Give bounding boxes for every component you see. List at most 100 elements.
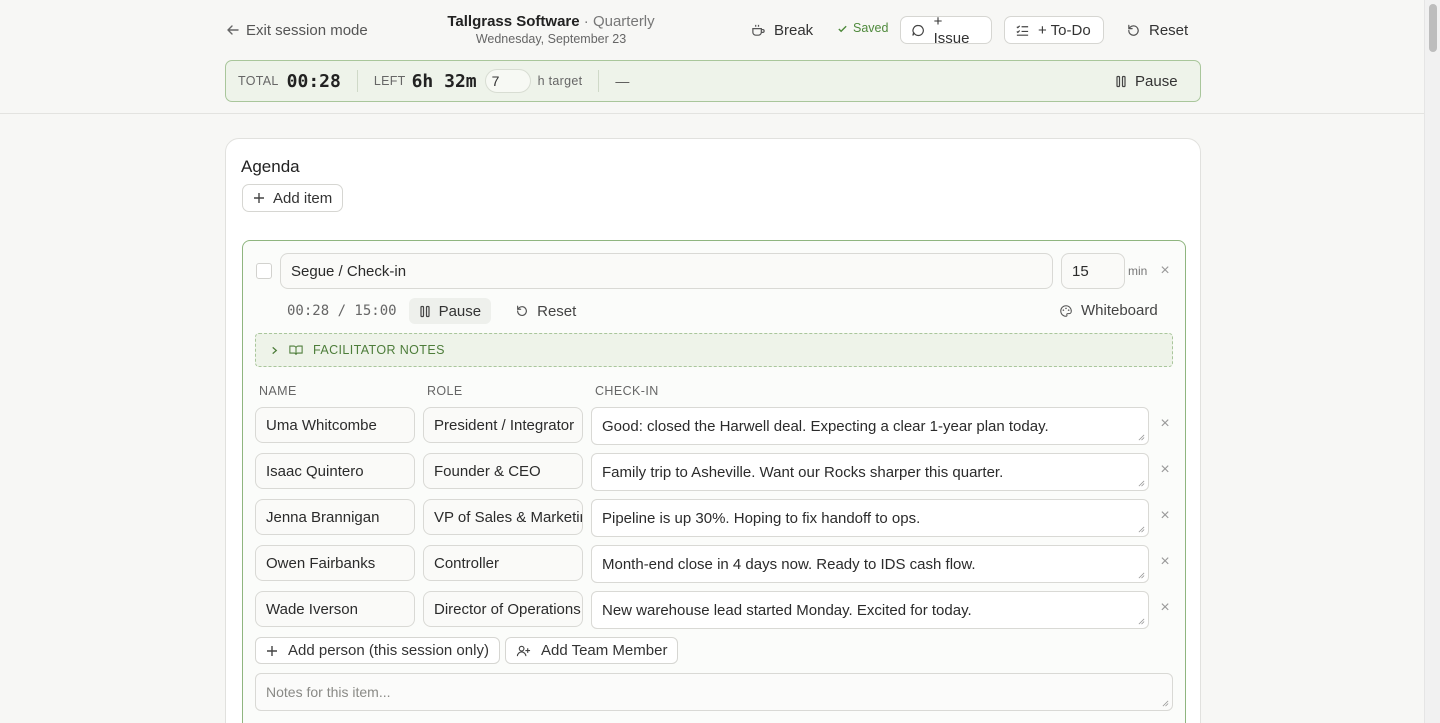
total-label: TOTAL xyxy=(238,74,279,88)
progress-dash: — xyxy=(615,73,630,89)
facilitator-notes-toggle[interactable]: FACILITATOR NOTES xyxy=(255,333,1173,367)
add-item-button[interactable]: Add item xyxy=(242,184,344,212)
checkin-textarea[interactable]: Pipeline is up 30%. Hoping to fix handof… xyxy=(591,499,1149,537)
session-date: Wednesday, September 23 xyxy=(475,32,627,46)
add-team-member-label: Add Team Member xyxy=(541,642,668,659)
column-header-role: ROLE xyxy=(427,384,463,398)
add-item-label: Add item xyxy=(273,189,333,207)
reset-item-button[interactable]: Reset xyxy=(515,303,576,320)
whiteboard-button[interactable]: Whiteboard xyxy=(1059,302,1158,319)
person-role-input[interactable]: VP of Sales & Marketing xyxy=(423,499,583,535)
agenda-item: Segue / Check-in 15 min × 00:28 / 15:00 … xyxy=(242,240,1186,723)
person-name-input[interactable]: Wade Iverson xyxy=(255,591,415,627)
session-type: · Quarterly xyxy=(583,13,655,30)
person-name-input[interactable]: Isaac Quintero xyxy=(255,453,415,489)
checkin-textarea[interactable]: Month-end close in 4 days now. Ready to … xyxy=(591,545,1149,583)
user-plus-icon xyxy=(516,645,531,656)
session-title: Tallgrass Software · Quarterly Wednesday… xyxy=(400,13,702,46)
pause-session-label: Pause xyxy=(1135,72,1178,90)
checkin-text: Good: closed the Harwell deal. Expecting… xyxy=(602,417,1049,435)
divider xyxy=(356,70,358,92)
pause-session-button[interactable]: Pause xyxy=(1115,67,1178,95)
exit-session-button[interactable]: Exit session mode xyxy=(226,20,368,40)
resize-grip-icon[interactable] xyxy=(1138,526,1145,533)
check-icon xyxy=(838,25,847,32)
plus-icon xyxy=(267,645,277,656)
checkin-text: Family trip to Asheville. Want our Rocks… xyxy=(602,463,1004,481)
resize-grip-icon[interactable] xyxy=(1138,434,1145,441)
remove-person-icon[interactable]: × xyxy=(1158,462,1172,478)
item-minutes-input[interactable]: 15 xyxy=(1061,253,1125,289)
checkin-textarea[interactable]: Good: closed the Harwell deal. Expecting… xyxy=(591,407,1149,445)
add-todo-button[interactable]: + To-Do xyxy=(1004,16,1104,44)
item-timer-row: 00:28 / 15:00 Pause Reset xyxy=(287,298,576,324)
target-label: h target xyxy=(537,74,583,88)
person-name-input[interactable]: Jenna Brannigan xyxy=(255,499,415,535)
session-header: Exit session mode Tallgrass Software · Q… xyxy=(0,0,1424,114)
reset-item-label: Reset xyxy=(537,302,577,320)
break-label: Break xyxy=(774,21,814,39)
pause-item-button[interactable]: Pause xyxy=(408,298,492,324)
item-notes-placeholder: Notes for this item... xyxy=(266,684,391,700)
coffee-cup-icon xyxy=(752,24,765,36)
checkin-text: Pipeline is up 30%. Hoping to fix handof… xyxy=(602,509,921,527)
remove-item-icon[interactable]: × xyxy=(1158,263,1172,279)
chevron-right-icon xyxy=(272,346,278,354)
remove-person-icon[interactable]: × xyxy=(1158,600,1172,616)
list-checks-icon xyxy=(1016,24,1029,36)
target-hours-input[interactable]: 7 xyxy=(484,69,531,93)
resize-grip-icon[interactable] xyxy=(1138,572,1145,579)
whiteboard-label: Whiteboard xyxy=(1081,302,1158,319)
person-role-input[interactable]: President / Integrator xyxy=(423,407,583,443)
add-todo-label: + To-Do xyxy=(1038,21,1091,39)
checkin-textarea[interactable]: New warehouse lead started Monday. Excit… xyxy=(591,591,1149,629)
divider xyxy=(598,70,600,92)
time-left: 6h 32m xyxy=(411,70,477,92)
remove-person-icon[interactable]: × xyxy=(1158,554,1172,570)
reset-session-label: Reset xyxy=(1149,21,1189,39)
page-scrollbar[interactable] xyxy=(1424,0,1440,723)
person-name-input[interactable]: Owen Fairbanks xyxy=(255,545,415,581)
exit-session-label: Exit session mode xyxy=(246,21,368,39)
person-role-input[interactable]: Director of Operations xyxy=(423,591,583,627)
message-circle-icon xyxy=(912,24,924,36)
add-issue-label: + Issue xyxy=(933,13,970,47)
palette-icon xyxy=(1060,304,1072,317)
reset-session-button[interactable]: Reset xyxy=(1126,16,1188,44)
person-role-input[interactable]: Founder & CEO xyxy=(423,453,583,489)
agenda-title: Agenda xyxy=(241,157,300,176)
pause-item-label: Pause xyxy=(438,302,482,320)
remove-person-icon[interactable]: × xyxy=(1158,508,1172,524)
item-title-input[interactable]: Segue / Check-in xyxy=(280,253,1053,289)
rotate-ccw-icon xyxy=(517,305,528,316)
facilitator-notes-label: FACILITATOR NOTES xyxy=(313,343,445,357)
plus-icon xyxy=(254,193,264,203)
resize-grip-icon[interactable] xyxy=(1138,618,1145,625)
checkin-textarea[interactable]: Family trip to Asheville. Want our Rocks… xyxy=(591,453,1149,491)
add-team-member-button[interactable]: Add Team Member xyxy=(505,637,679,664)
scrollbar-thumb[interactable] xyxy=(1429,4,1437,52)
total-time: 00:28 xyxy=(286,70,341,92)
person-name-input[interactable]: Uma Whitcombe xyxy=(255,407,415,443)
remove-person-icon[interactable]: × xyxy=(1158,416,1172,432)
person-role-input[interactable]: Controller xyxy=(423,545,583,581)
pause-icon xyxy=(419,305,430,317)
resize-grip-icon[interactable] xyxy=(1162,700,1169,707)
agenda-card: Agenda Add item Segue / Check-in 15 min … xyxy=(225,138,1201,723)
minutes-label: min xyxy=(1128,264,1148,278)
rotate-ccw-icon xyxy=(1128,24,1139,36)
arrow-left-icon xyxy=(227,25,239,35)
break-button[interactable]: Break xyxy=(751,16,813,44)
item-timer: 00:28 / 15:00 xyxy=(287,303,397,319)
saved-status: Saved xyxy=(837,21,888,35)
add-person-button[interactable]: Add person (this session only) xyxy=(255,637,500,664)
add-issue-button[interactable]: + Issue xyxy=(900,13,992,47)
resize-grip-icon[interactable] xyxy=(1138,480,1145,487)
book-open-icon xyxy=(289,345,303,355)
item-checkbox[interactable] xyxy=(256,263,272,279)
pause-icon xyxy=(1116,75,1126,87)
item-notes-textarea[interactable]: Notes for this item... xyxy=(255,673,1173,711)
add-person-label: Add person (this session only) xyxy=(288,642,489,659)
session-timer-bar: TOTAL 00:28 LEFT 6h 32m 7 h target — Pau… xyxy=(225,60,1201,102)
column-header-name: NAME xyxy=(259,384,297,398)
